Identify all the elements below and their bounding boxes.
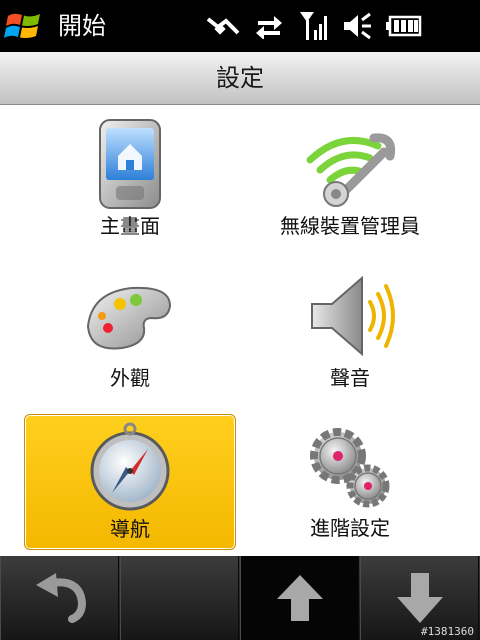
start-menu-label[interactable]: 開始 <box>58 10 106 42</box>
tile-wireless-manager[interactable]: 無線裝置管理員 <box>244 112 456 248</box>
down-arrow-icon <box>396 573 443 623</box>
scroll-up-button[interactable] <box>240 556 359 640</box>
tile-label: 外觀 <box>110 366 150 390</box>
tile-label: 主畫面 <box>100 214 160 238</box>
tile-navigation[interactable]: 導航 <box>24 414 236 550</box>
page-title: 設定 <box>216 64 264 92</box>
tile-sound[interactable]: 聲音 <box>244 264 456 400</box>
tile-advanced-settings[interactable]: 進階設定 <box>244 414 456 550</box>
up-arrow-icon <box>276 575 323 621</box>
status-icons <box>206 8 422 44</box>
signal-strength-icon[interactable] <box>298 10 328 42</box>
tile-appearance[interactable]: 外觀 <box>24 264 236 400</box>
tile-label: 無線裝置管理員 <box>280 214 420 238</box>
tile-label: 聲音 <box>330 366 370 390</box>
palette-icon <box>82 268 178 364</box>
data-transfer-icon <box>254 13 284 39</box>
tile-label: 進階設定 <box>310 516 390 540</box>
gears-icon <box>302 418 398 514</box>
wireless-manager-icon <box>302 116 398 212</box>
title-bar: 設定 <box>0 52 480 105</box>
speaker-icon <box>302 268 398 364</box>
back-button[interactable] <box>0 556 119 640</box>
back-icon <box>35 573 86 623</box>
connectivity-icon[interactable] <box>206 13 240 39</box>
windows-logo-icon[interactable] <box>4 6 44 46</box>
speaker-muted-icon[interactable] <box>342 12 372 40</box>
empty-soft-key[interactable] <box>120 556 239 640</box>
watermark: #1381360 <box>421 625 474 638</box>
battery-icon[interactable] <box>386 15 422 37</box>
home-screen-icon <box>82 116 178 212</box>
status-bar: 開始 <box>0 0 480 52</box>
compass-icon <box>82 419 178 515</box>
tile-home-screen[interactable]: 主畫面 <box>24 112 236 248</box>
bottom-soft-key-bar: #1381360 <box>0 556 480 640</box>
tile-label: 導航 <box>110 517 150 541</box>
